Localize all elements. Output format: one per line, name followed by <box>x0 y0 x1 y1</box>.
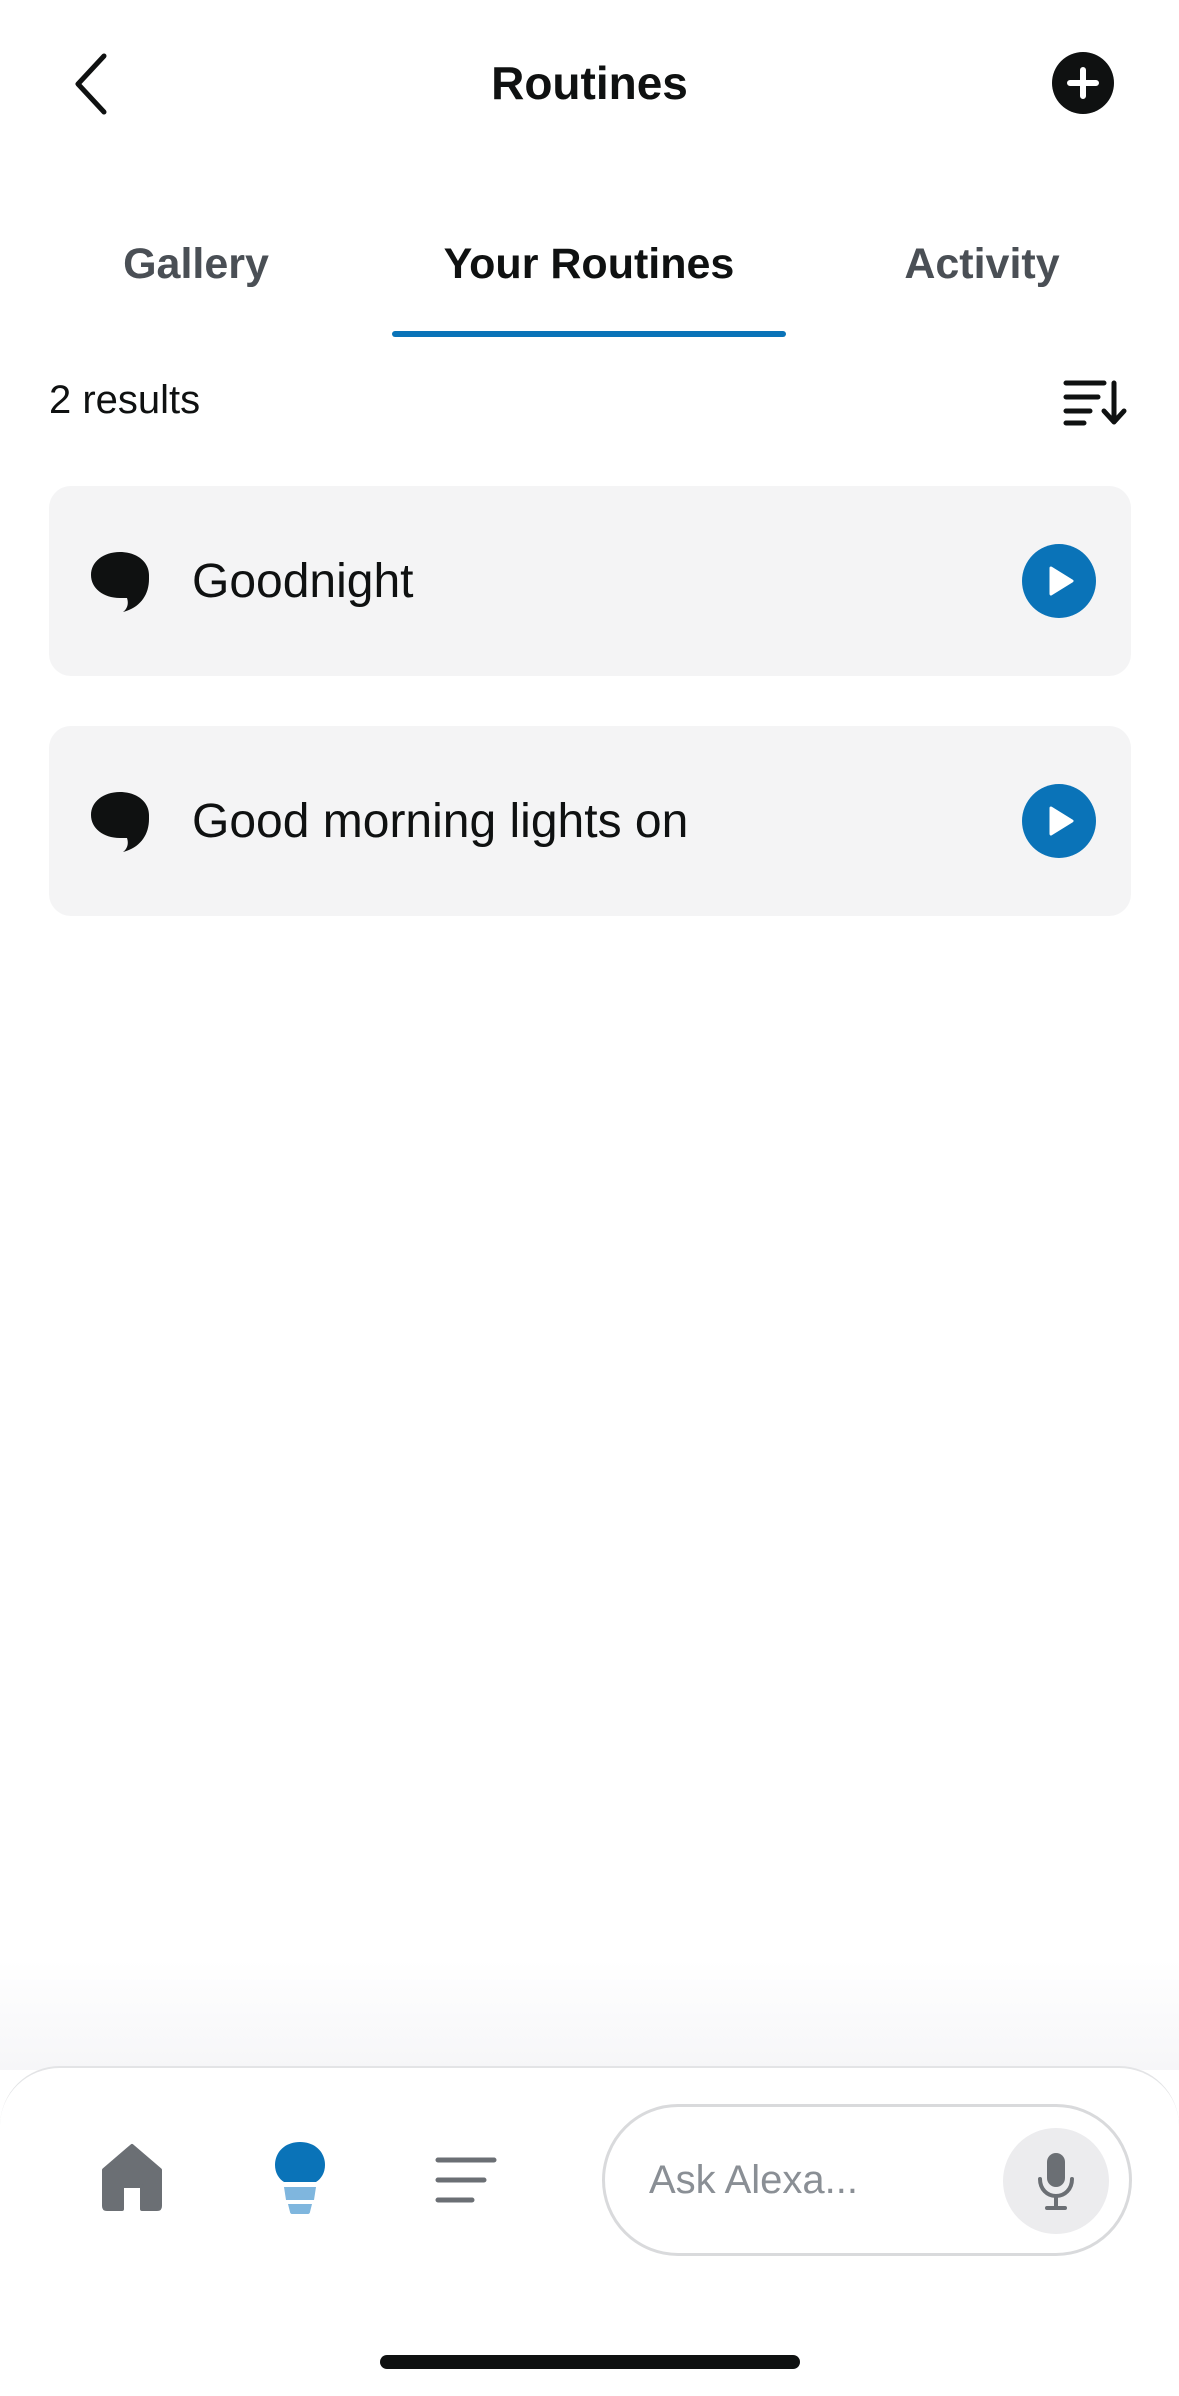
home-icon[interactable] <box>98 2140 166 2212</box>
results-count: 2 results <box>49 378 201 422</box>
routine-card[interactable]: Good morning lights on <box>49 726 1131 916</box>
microphone-button[interactable] <box>1003 2128 1109 2234</box>
tab-bar: Gallery Your Routines Activity <box>0 230 1179 340</box>
speech-bubble-icon <box>91 552 149 612</box>
lightbulb-icon[interactable] <box>272 2140 328 2216</box>
routine-name: Goodnight <box>192 554 414 608</box>
routine-name: Good morning lights on <box>192 794 689 848</box>
microphone-icon <box>1038 2153 1074 2210</box>
active-tab-indicator <box>392 331 786 337</box>
routine-card[interactable]: Goodnight <box>49 486 1131 676</box>
tab-gallery[interactable]: Gallery <box>96 230 296 334</box>
add-routine-button[interactable] <box>1052 52 1114 114</box>
sort-icon <box>1063 380 1127 426</box>
sort-button[interactable] <box>1060 372 1130 432</box>
play-routine-button[interactable] <box>1022 544 1096 618</box>
page-title: Routines <box>491 57 688 109</box>
menu-lines-icon[interactable] <box>432 2150 500 2210</box>
bottom-fade <box>0 1960 1179 2070</box>
tab-your-routines[interactable]: Your Routines <box>392 230 786 334</box>
speech-bubble-icon <box>91 792 149 852</box>
play-routine-button[interactable] <box>1022 784 1096 858</box>
play-icon <box>1049 806 1074 836</box>
ask-alexa-input[interactable]: Ask Alexa... <box>602 2104 1132 2256</box>
ask-alexa-placeholder: Ask Alexa... <box>649 2157 858 2202</box>
tab-activity[interactable]: Activity <box>882 230 1082 334</box>
plus-icon <box>1067 67 1099 99</box>
home-indicator <box>380 2355 800 2369</box>
routines-screen: Routines Gallery Your Routines Activity … <box>0 0 1179 2396</box>
play-icon <box>1049 566 1074 596</box>
